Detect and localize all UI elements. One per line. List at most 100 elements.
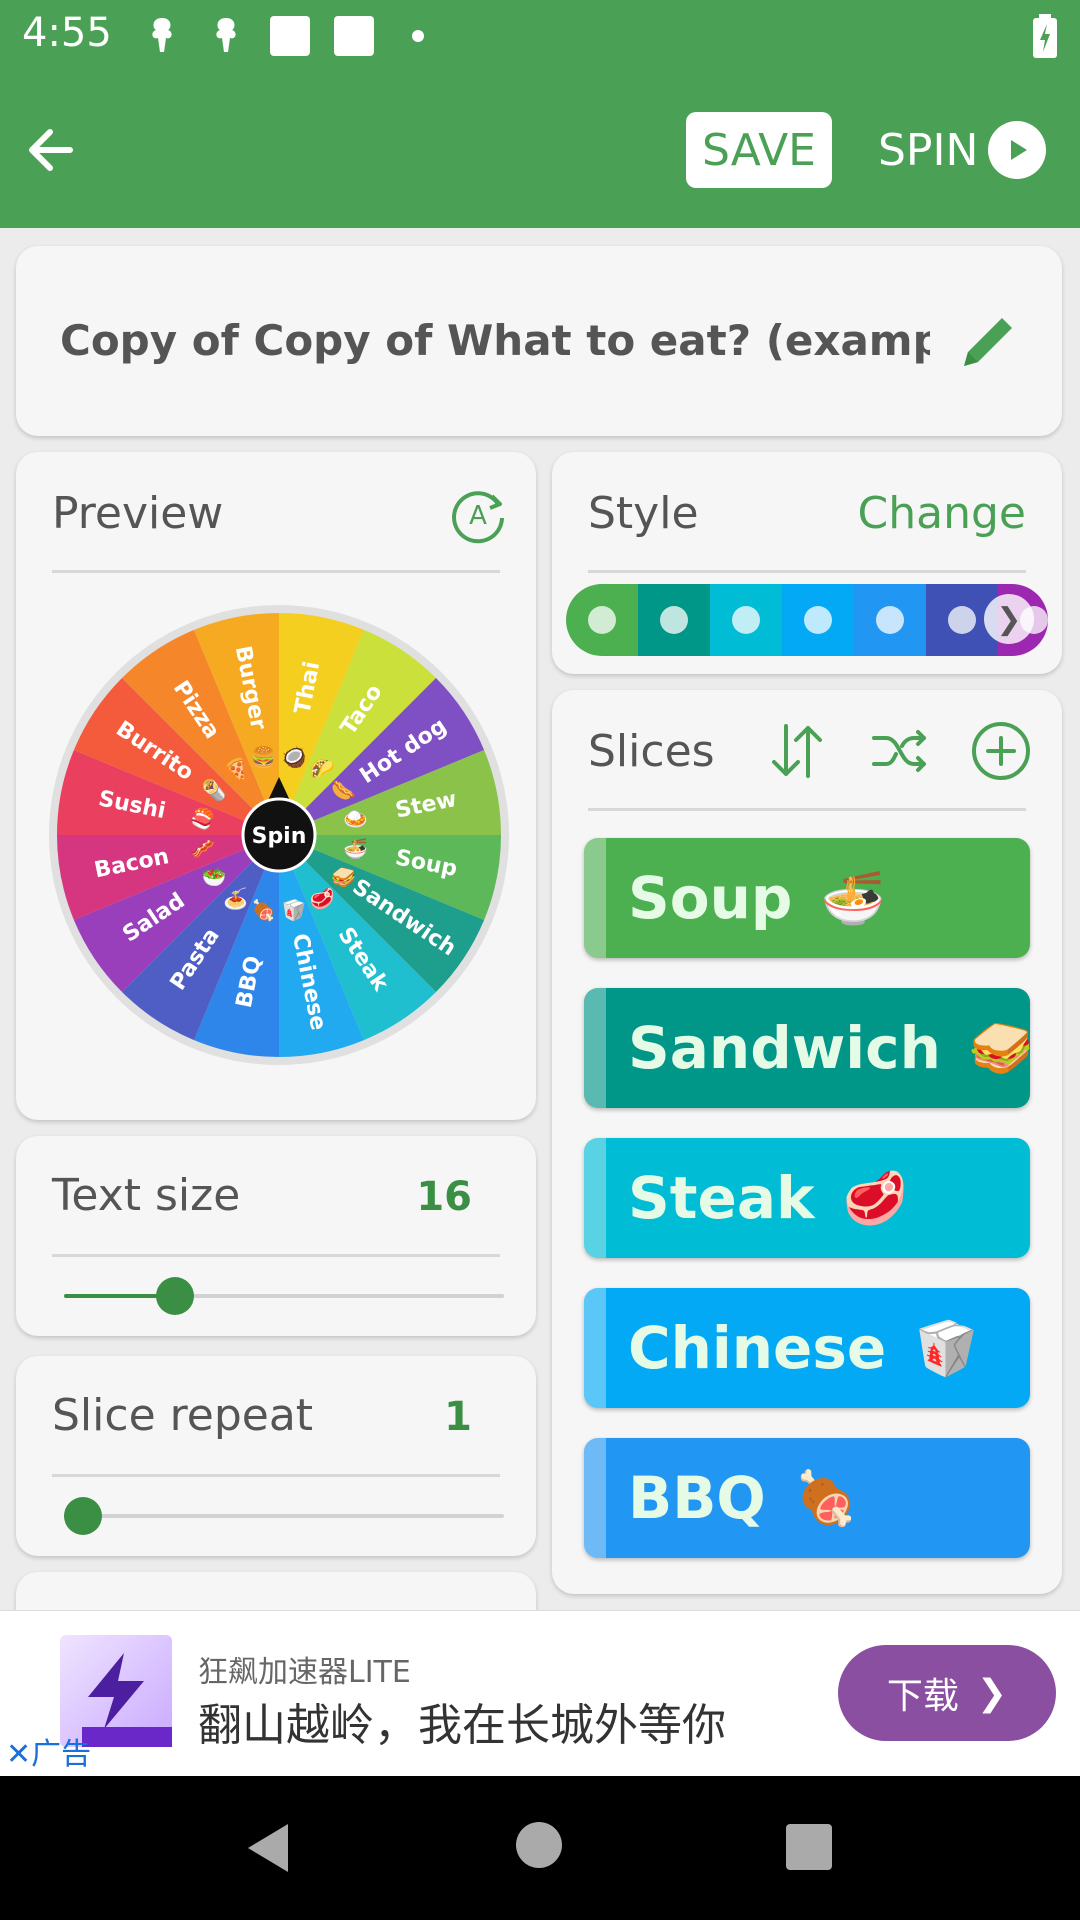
style-divider: [588, 570, 1026, 573]
wheel-slice-emoji-icon: 🌮: [310, 757, 335, 781]
edit-pencil-icon[interactable]: [952, 308, 1022, 378]
slice-actions: [764, 718, 1034, 784]
ad-banner[interactable]: 狂飙加速器LITE 翻山越岭，我在长城外等你 ✕广告 下载 ❯: [0, 1610, 1080, 1777]
wheel-slice-emoji-icon: 🥗: [202, 865, 227, 889]
swatch-dot: [876, 606, 904, 634]
spin-wheel[interactable]: Thai🥥Taco🌮 Hot dog🌭 Stew🍛Soup🍜Sandwich🥪Ste…: [44, 600, 514, 1070]
slider-thumb[interactable]: [156, 1277, 195, 1315]
color-swatch[interactable]: [782, 584, 854, 656]
color-swatches[interactable]: [566, 584, 1048, 656]
ad-tagline: 翻山越岭，我在长城外等你: [198, 1700, 726, 1751]
wheel-slice-emoji-icon: 🥪: [331, 865, 356, 889]
auto-rotate-icon[interactable]: A: [446, 482, 510, 546]
close-icon[interactable]: ✕: [6, 1737, 31, 1772]
drag-handle[interactable]: [584, 1288, 606, 1408]
back-arrow-icon[interactable]: [22, 120, 82, 180]
slice-emoji-icon: 🥩: [842, 1168, 908, 1229]
text-size-label: Text size: [52, 1170, 241, 1221]
color-swatch[interactable]: [638, 584, 710, 656]
wheel-slice-emoji-icon: 🥡: [282, 898, 307, 922]
notification-icons: [140, 14, 440, 58]
wheel-slice-emoji-icon: 🍖: [251, 898, 276, 923]
slice-name: Sandwich: [628, 1014, 941, 1082]
slice-item[interactable]: Sandwich 🥪: [584, 988, 1030, 1108]
text-size-slider[interactable]: [64, 1276, 504, 1316]
slice-emoji-icon: 🥪: [968, 1018, 1030, 1079]
svg-text:A: A: [469, 501, 487, 531]
slice-list: Soup 🍜 Sandwich 🥪 Steak 🥩 Chinese 🥡 BBQ 🍖: [584, 838, 1030, 1588]
slices-heading: Slices: [588, 726, 715, 777]
battery-charging-icon: [1033, 14, 1057, 58]
preview-divider: [52, 570, 500, 573]
style-heading: Style: [588, 488, 699, 539]
slice-repeat-value: 1: [444, 1394, 472, 1440]
app-toolbar: SAVE SPIN: [0, 72, 1080, 228]
slice-name: Steak: [628, 1164, 815, 1232]
status-time: 4:55: [22, 10, 112, 56]
play-icon: [988, 121, 1047, 179]
ad-close-button[interactable]: ✕广告: [6, 1729, 91, 1773]
wheel-slice-emoji-icon: 🥥: [282, 745, 307, 769]
system-nav-bar: [0, 1776, 1080, 1920]
spin-button[interactable]: SPIN: [878, 112, 1047, 188]
wheel-slice-emoji-icon: 🌭: [331, 778, 356, 802]
preview-card: Preview A Thai 🥥 Taco 🌮 Hot dog 🌭 Stew 🍛 Soup 🍜 Sa…: [16, 452, 536, 1120]
slice-repeat-label: Slice repeat: [52, 1390, 314, 1441]
ad-label: 广告: [31, 1737, 92, 1772]
color-swatch[interactable]: [566, 584, 638, 656]
notification-icon: [152, 18, 172, 52]
add-slice-icon[interactable]: [968, 718, 1034, 784]
notification-square-icon: [334, 16, 374, 56]
slice-item[interactable]: Soup 🍜: [584, 838, 1030, 958]
spin-button-label: SPIN: [878, 124, 979, 176]
slices-divider: [588, 808, 1026, 811]
slice-item[interactable]: Chinese 🥡: [584, 1288, 1030, 1408]
shuffle-icon[interactable]: [866, 718, 932, 784]
drag-handle[interactable]: [584, 1138, 606, 1258]
swatch-dot: [948, 606, 976, 634]
slice-item[interactable]: BBQ 🍖: [584, 1438, 1030, 1558]
nav-back-icon[interactable]: [244, 1822, 292, 1874]
nav-home-icon[interactable]: [516, 1822, 562, 1868]
slider-track: [64, 1514, 504, 1518]
slice-name: Chinese: [628, 1314, 887, 1382]
wheel-slice-emoji-icon: 🍣: [190, 806, 215, 830]
slice-name: BBQ: [628, 1464, 766, 1532]
ad-download-label: 下载: [886, 1676, 959, 1717]
wheel-title: Copy of Copy of What to eat? (example): [60, 316, 930, 365]
slice-emoji-icon: 🥡: [914, 1318, 979, 1379]
change-style-button[interactable]: Change: [858, 488, 1026, 539]
wheel-slice-emoji-icon: 🍝: [223, 886, 248, 910]
slice-repeat-card: Slice repeat 1: [16, 1356, 536, 1556]
nav-recents-icon[interactable]: [786, 1824, 832, 1870]
drag-handle[interactable]: [584, 838, 606, 958]
style-card: Style Change ❯: [552, 452, 1062, 674]
swatch-dot: [588, 606, 616, 634]
slice-repeat-divider: [52, 1474, 500, 1477]
color-swatch[interactable]: [854, 584, 926, 656]
slice-emoji-icon: 🍜: [820, 868, 886, 929]
notification-square-icon: [270, 16, 310, 56]
wheel-slice-emoji-icon: 🍛: [343, 806, 368, 830]
chevron-right-icon: ❯: [976, 1672, 1008, 1714]
sort-icon[interactable]: [764, 718, 830, 784]
status-bar: 4:55: [0, 0, 1080, 72]
ad-download-button[interactable]: 下载 ❯: [838, 1645, 1056, 1741]
chevron-right-icon[interactable]: ❯: [984, 594, 1034, 644]
wheel-slice-emoji-icon: 🍕: [223, 757, 248, 781]
slider-thumb[interactable]: [64, 1497, 102, 1535]
drag-handle[interactable]: [584, 988, 606, 1108]
text-size-card: Text size 16: [16, 1136, 536, 1336]
slice-item[interactable]: Steak 🥩: [584, 1138, 1030, 1258]
wheel-title-card[interactable]: Copy of Copy of What to eat? (example): [16, 246, 1062, 436]
wheel-spin-label: Spin: [252, 824, 307, 849]
wheel-slice-emoji-icon: 🥩: [310, 886, 335, 910]
wheel-slice-emoji-icon: 🍜: [343, 837, 368, 861]
slice-repeat-slider[interactable]: [64, 1496, 504, 1536]
save-button[interactable]: SAVE: [686, 112, 832, 188]
color-swatch[interactable]: [710, 584, 782, 656]
preview-heading: Preview: [52, 488, 224, 539]
ad-app-name: 狂飙加速器LITE: [198, 1655, 411, 1690]
more-notifications-dot-icon: [412, 30, 424, 42]
drag-handle[interactable]: [584, 1438, 606, 1558]
